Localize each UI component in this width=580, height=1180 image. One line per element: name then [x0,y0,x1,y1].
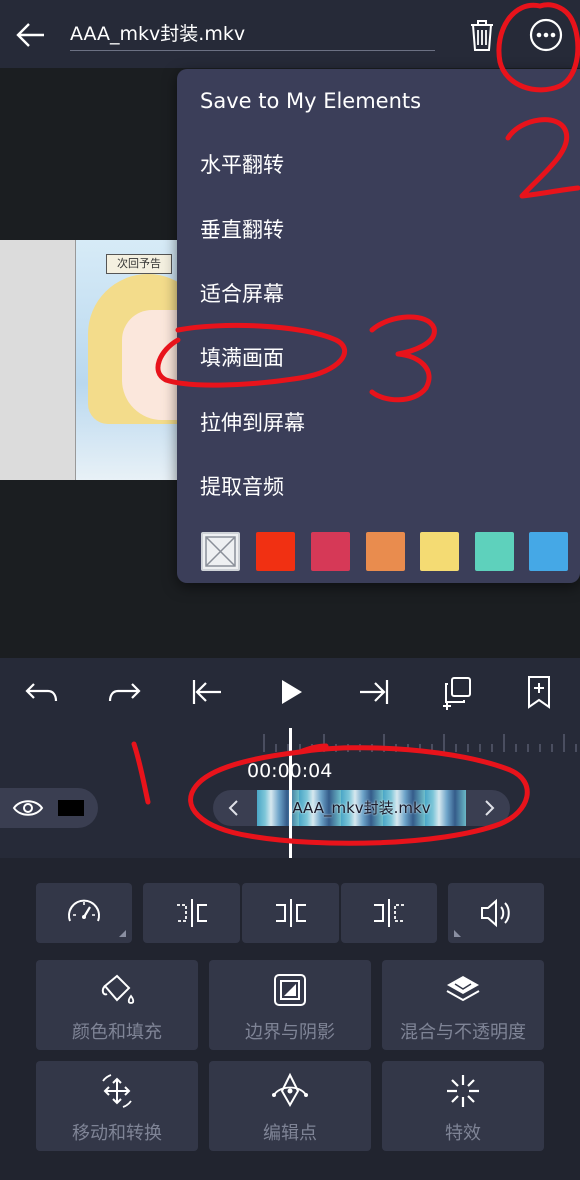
swatch-blue[interactable] [529,532,568,571]
menu-item-extract-audio[interactable]: 提取音频 [200,459,560,515]
menu-item-stretch-to-screen[interactable]: 拉伸到屏幕 [200,395,560,451]
move-transform-button[interactable]: 移动和转换 [36,1061,198,1151]
preview-frame-image: 次回予告 [75,240,181,480]
volume-icon [476,893,516,933]
split-icon [271,893,311,933]
split-right-icon [369,893,409,933]
tile-label: 边界与阴影 [245,1022,335,1043]
menu-item-flip-vertical[interactable]: 垂直翻转 [200,202,560,258]
more-options-icon[interactable] [529,18,563,52]
skip-to-start-icon[interactable] [187,672,227,712]
play-icon[interactable] [271,672,311,712]
split-right-button[interactable] [341,883,437,943]
tile-label: 编辑点 [263,1123,317,1144]
border-shadow-icon [270,970,310,1010]
swatch-yellow[interactable] [420,532,459,571]
pen-tool-icon [270,1071,310,1111]
menu-item-fill-frame[interactable]: 填满画面 [200,330,560,386]
paint-bucket-icon [97,970,137,1010]
skip-to-end-icon[interactable] [354,672,394,712]
swatch-teal[interactable] [475,532,514,571]
track-visibility-toggle[interactable] [0,788,98,828]
duplicate-icon[interactable] [438,672,478,712]
speed-button[interactable] [36,883,132,943]
move-rotate-icon [97,1071,137,1111]
split-left-button[interactable] [143,883,240,943]
swatch-none[interactable] [201,532,240,571]
options-menu: Save to My Elements 水平翻转 垂直翻转 适合屏幕 填满画面 … [177,69,580,583]
color-fill-button[interactable]: 颜色和填充 [36,960,198,1050]
volume-button[interactable] [448,883,544,943]
tile-label: 特效 [445,1123,481,1144]
split-left-icon [172,893,212,933]
file-title: AAA_mkv封装.mkv [70,20,435,51]
expand-corner-marker [119,930,126,937]
character-face [122,310,181,420]
swatch-crimson[interactable] [311,532,350,571]
tile-label: 颜色和填充 [72,1022,162,1043]
blend-opacity-button[interactable]: 混合与不透明度 [382,960,544,1050]
playhead[interactable] [289,728,292,858]
tile-label: 移动和转换 [72,1123,162,1144]
menu-item-fit-screen[interactable]: 适合屏幕 [200,266,560,322]
tile-label: 混合与不透明度 [400,1022,526,1043]
video-clip[interactable]: AAA_mkv封装.mkv [213,790,510,826]
menu-item-flip-horizontal[interactable]: 水平翻转 [200,137,560,193]
redo-icon[interactable] [104,672,144,712]
preview-canvas-background [0,240,75,480]
time-ruler [262,728,580,752]
timeline[interactable]: 00:00:04 AAA_mkv封装.mkv [0,728,580,858]
track-color-chip [58,800,84,816]
undo-icon[interactable] [22,672,62,712]
edit-points-button[interactable]: 编辑点 [209,1061,371,1151]
playback-toolbar [0,658,580,728]
expand-corner-marker [454,930,461,937]
frame-caption: 次回予告 [106,254,172,274]
menu-item-save-to-elements[interactable]: Save to My Elements [200,73,560,129]
app-header: AAA_mkv封装.mkv [0,0,580,68]
swatch-red[interactable] [256,532,295,571]
edit-tools-panel: 颜色和填充 边界与阴影 混合与不透明度 移动和转换 编辑点 特效 [0,858,580,1180]
trash-icon[interactable] [466,18,498,52]
clip-name: AAA_mkv封装.mkv [292,799,431,817]
bookmark-add-icon[interactable] [519,672,559,712]
effects-button[interactable]: 特效 [382,1061,544,1151]
swatch-orange[interactable] [366,532,405,571]
eye-icon[interactable] [12,797,44,819]
sparkle-icon [443,1071,483,1111]
split-button[interactable] [242,883,339,943]
layers-icon [443,970,483,1010]
border-shadow-button[interactable]: 边界与阴影 [209,960,371,1050]
back-arrow-icon[interactable] [14,18,48,52]
speed-icon [64,893,104,933]
